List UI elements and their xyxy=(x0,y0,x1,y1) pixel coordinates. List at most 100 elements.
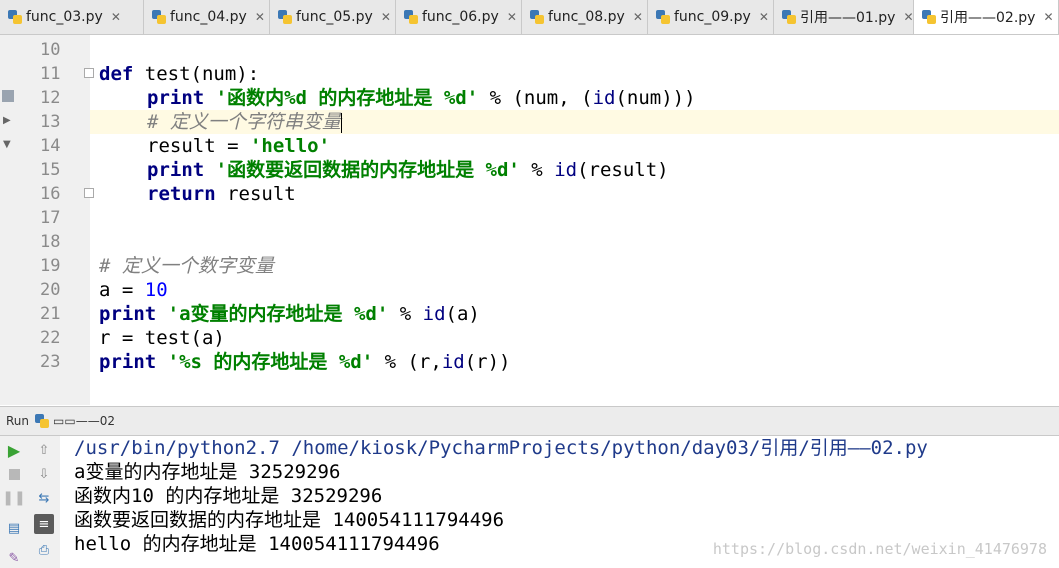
run-config-name[interactable]: ▭▭——02 xyxy=(53,414,115,428)
run-toolbar: ▶ ⇧ ⇩ ❚❚ ⇆ ▤ ≡ ⎙ ✎ xyxy=(0,436,61,568)
code-line: print 'a变量的内存地址是 %d' % id(a) xyxy=(99,302,480,326)
tab-func-06[interactable]: func_06.py ✕ xyxy=(396,0,522,34)
python-file-icon xyxy=(278,10,292,24)
console-line: 函数内10 的内存地址是 32529296 xyxy=(74,485,383,507)
run-console[interactable]: /usr/bin/python2.7 /home/kiosk/PycharmPr… xyxy=(60,436,1059,568)
folder-icon[interactable] xyxy=(2,90,14,102)
code-token: (num))) xyxy=(615,87,696,109)
code-token: result = xyxy=(147,135,250,157)
code-token: # 定义一个数字变量 xyxy=(99,255,274,277)
scroll-to-end-icon[interactable]: ≡ xyxy=(34,514,54,534)
line-number: 21 xyxy=(40,304,61,324)
line-number: 22 xyxy=(40,328,61,348)
code-line: return result xyxy=(147,182,296,206)
code-line: a = 10 xyxy=(99,278,168,302)
tab-label: func_04.py xyxy=(170,9,247,25)
close-icon[interactable]: ✕ xyxy=(633,10,643,24)
tab-label: func_03.py xyxy=(26,9,103,25)
editor-tab-bar: func_03.py ✕ func_04.py ✕ func_05.py ✕ func… xyxy=(0,0,1059,35)
line-number: 18 xyxy=(40,232,61,252)
code-line: print '%s 的内存地址是 %d' % (r,id(r)) xyxy=(99,350,510,374)
code-token: id xyxy=(592,87,616,109)
soft-wrap-icon[interactable]: ⇆ xyxy=(34,488,54,508)
tab-label: func_09.py xyxy=(674,9,751,25)
arrow-down-icon[interactable]: ▼ xyxy=(3,139,11,150)
code-token: print xyxy=(99,351,157,373)
console-line: /usr/bin/python2.7 /home/kiosk/PycharmPr… xyxy=(74,437,928,459)
console-line: a变量的内存地址是 32529296 xyxy=(74,461,341,483)
tab-yinyong-02[interactable]: 引用——02.py ✕ xyxy=(914,0,1059,34)
tab-func-03[interactable]: func_03.py ✕ xyxy=(0,0,144,34)
tab-yinyong-01[interactable]: 引用——01.py ✕ xyxy=(774,0,914,34)
code-token: print xyxy=(147,87,205,109)
arrow-right-icon[interactable]: ▶ xyxy=(3,115,11,126)
python-file-icon xyxy=(404,10,418,24)
python-file-icon xyxy=(530,10,544,24)
line-number-gutter: 10 11 12 13 14 15 16 17 18 19 20 21 22 2… xyxy=(18,35,94,405)
close-icon[interactable]: ✕ xyxy=(903,10,913,24)
python-file-icon xyxy=(35,414,50,428)
down-arrow-icon[interactable]: ⇩ xyxy=(34,464,54,484)
code-line: def test(num): xyxy=(99,62,259,86)
code-token: result xyxy=(215,183,296,205)
code-token: print xyxy=(99,303,157,325)
line-number: 16 xyxy=(40,184,61,204)
code-token: (r)) xyxy=(464,351,511,373)
code-token: r = test(a) xyxy=(99,327,225,349)
left-tool-strip: ▶ ▼ xyxy=(0,35,19,405)
print-icon[interactable]: ⎙ xyxy=(34,540,54,560)
python-file-icon xyxy=(656,10,670,24)
close-icon[interactable]: ✕ xyxy=(507,10,517,24)
close-icon[interactable]: ✕ xyxy=(111,10,121,24)
code-token: 10 xyxy=(144,279,168,301)
code-token: print xyxy=(147,159,205,181)
line-number: 14 xyxy=(40,136,61,156)
stop-icon[interactable] xyxy=(4,464,24,484)
code-token: '函数内%d 的内存地址是 %d' xyxy=(215,87,479,109)
code-token: test(num): xyxy=(133,63,260,85)
close-icon[interactable]: ✕ xyxy=(255,10,265,24)
tab-label: 引用——02.py xyxy=(940,10,1036,26)
code-token: % xyxy=(519,159,555,181)
code-line: r = test(a) xyxy=(99,326,225,350)
up-arrow-icon[interactable]: ⇧ xyxy=(34,440,54,460)
layout-icon[interactable]: ▤ xyxy=(4,518,24,538)
code-token: id xyxy=(554,159,578,181)
rerun-icon[interactable]: ▶ xyxy=(4,440,24,460)
tab-func-04[interactable]: func_04.py ✕ xyxy=(144,0,270,34)
code-token: return xyxy=(147,183,216,205)
python-file-icon xyxy=(922,10,936,24)
code-line: result = 'hello' xyxy=(147,134,330,158)
console-line: 函数要返回数据的内存地址是 140054111794496 xyxy=(74,509,505,531)
code-token: 'a变量的内存地址是 %d' xyxy=(167,303,389,325)
code-token: a = xyxy=(99,279,145,301)
close-icon[interactable]: ✕ xyxy=(759,10,769,24)
tab-label: func_06.py xyxy=(422,9,499,25)
code-token: % (r, xyxy=(373,351,442,373)
code-token: id xyxy=(422,303,446,325)
python-file-icon xyxy=(8,10,22,24)
code-token: % (num, ( xyxy=(478,87,593,109)
close-icon[interactable]: ✕ xyxy=(1043,10,1053,24)
code-token: % xyxy=(388,303,423,325)
tab-func-09[interactable]: func_09.py ✕ xyxy=(648,0,774,34)
code-token: (a) xyxy=(445,303,480,325)
console-line: hello 的内存地址是 140054111794496 xyxy=(74,533,440,555)
pin-icon[interactable]: ✎ xyxy=(4,548,24,568)
code-token: id xyxy=(441,351,465,373)
close-icon[interactable]: ✕ xyxy=(381,10,391,24)
code-editor[interactable]: def test(num): print '函数内%d 的内存地址是 %d' %… xyxy=(90,35,1059,405)
python-file-icon xyxy=(782,10,796,24)
code-token: (result) xyxy=(577,159,669,181)
code-token: 'hello' xyxy=(249,135,331,157)
tab-label: func_08.py xyxy=(548,9,625,25)
line-number: 20 xyxy=(40,280,61,300)
python-file-icon xyxy=(152,10,166,24)
code-line: # 定义一个字符串变量 xyxy=(147,110,342,134)
line-number: 17 xyxy=(40,208,61,228)
tab-func-05[interactable]: func_05.py ✕ xyxy=(270,0,396,34)
watermark: https://blog.csdn.net/weixin_41476978 xyxy=(712,540,1047,558)
tab-func-08[interactable]: func_08.py ✕ xyxy=(522,0,648,34)
code-token: '函数要返回数据的内存地址是 %d' xyxy=(215,159,520,181)
pause-icon[interactable]: ❚❚ xyxy=(2,488,25,508)
